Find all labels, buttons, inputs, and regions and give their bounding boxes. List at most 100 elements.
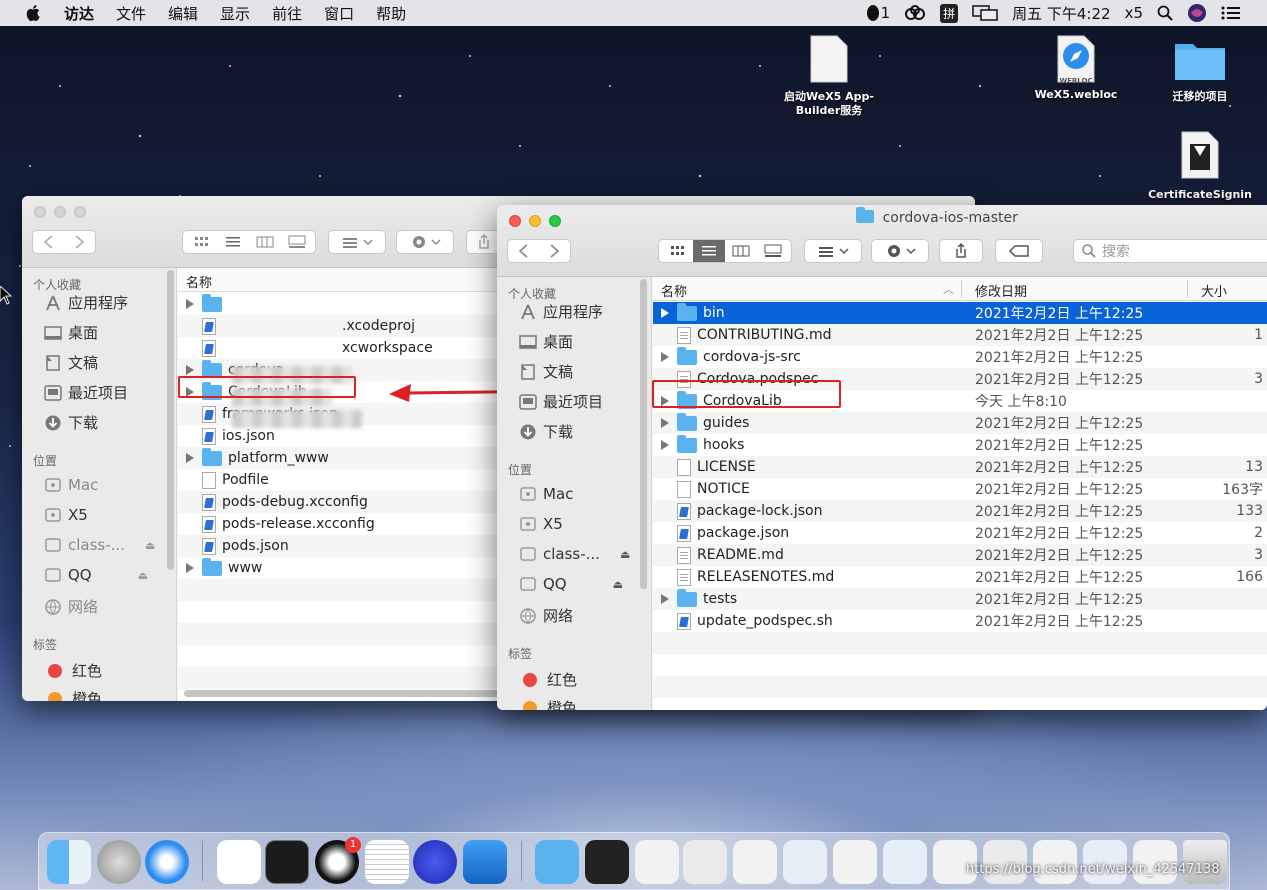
dock-launchpad-icon[interactable] [97, 840, 141, 884]
sort-ascending-icon[interactable]: ︿ [943, 281, 954, 297]
column-view-icon[interactable] [249, 232, 281, 252]
disclosure-triangle-icon[interactable] [661, 308, 669, 318]
back-forward-buttons[interactable] [507, 239, 571, 263]
app-menu-x5[interactable]: x5 [1125, 4, 1143, 22]
minimize-button[interactable] [54, 206, 66, 218]
sidebar-item-documents[interactable]: 文稿 [44, 352, 98, 373]
file-row[interactable]: hooks 2021年2月2日 上午12:25 [653, 434, 1267, 456]
siri-icon[interactable] [1187, 3, 1207, 23]
dock-window-thumbnail[interactable] [635, 840, 679, 884]
sidebar-item-x5[interactable]: X5 [519, 515, 563, 533]
notification-center-icon[interactable] [1221, 5, 1241, 21]
file-row[interactable]: update_podspec.sh 2021年2月2日 上午12:25 [653, 610, 1267, 632]
sidebar-item-qq[interactable]: QQ ⏏ [519, 575, 623, 593]
sidebar-item-applications[interactable]: 应用程序 [519, 301, 603, 322]
dock-window-thumbnail[interactable] [733, 840, 777, 884]
edit-tags-button[interactable] [995, 239, 1043, 263]
column-divider[interactable] [1187, 280, 1188, 298]
clock[interactable]: 周五 下午4:22 [1012, 3, 1110, 24]
desktop-icon-certificate[interactable]: CertificateSignin [1142, 130, 1258, 202]
action-button[interactable] [871, 239, 929, 263]
menu-edit[interactable]: 编辑 [168, 3, 198, 24]
eject-icon[interactable]: ⏏ [138, 569, 148, 582]
dock-baidu-netdisk-icon[interactable] [217, 840, 261, 884]
list-view-icon[interactable] [217, 232, 249, 252]
menu-help[interactable]: 帮助 [376, 3, 406, 24]
eject-icon[interactable]: ⏏ [145, 539, 155, 552]
file-row[interactable]: RELEASENOTES.md 2021年2月2日 上午12:25 166 [653, 566, 1267, 588]
view-mode-segment[interactable] [182, 230, 316, 254]
menu-view[interactable]: 显示 [220, 3, 250, 24]
sidebar-item-network[interactable]: 网络 [519, 605, 573, 626]
menu-finder[interactable]: 访达 [64, 3, 94, 24]
sidebar-item-documents[interactable]: 文稿 [519, 361, 573, 382]
gallery-view-icon[interactable] [757, 240, 789, 262]
disclosure-triangle-icon[interactable] [661, 352, 669, 362]
dock-finder-icon[interactable] [47, 840, 91, 884]
menu-go[interactable]: 前往 [272, 3, 302, 24]
sidebar-scrollbar[interactable] [640, 279, 647, 589]
dock-xcode-icon[interactable] [463, 840, 507, 884]
chevron-left-icon[interactable] [34, 232, 64, 252]
sidebar-item-downloads[interactable]: 下载 [519, 421, 573, 442]
zoom-button[interactable] [74, 206, 86, 218]
sidebar-item-recents[interactable]: 最近项目 [44, 382, 128, 403]
disclosure-triangle-icon[interactable] [186, 365, 194, 375]
file-row[interactable]: bin 2021年2月2日 上午12:25 [653, 302, 1267, 324]
sidebar-item-applications[interactable]: 应用程序 [44, 292, 128, 313]
dock-console-icon[interactable] [585, 840, 629, 884]
dock-textedit-icon[interactable] [365, 840, 409, 884]
group-by-button[interactable] [328, 230, 386, 254]
sidebar-item-downloads[interactable]: 下载 [44, 412, 98, 433]
sidebar-item-qq[interactable]: QQ ⏏ [44, 566, 148, 584]
sidebar-tag-orange[interactable]: 橙色 [523, 697, 577, 710]
group-by-button[interactable] [804, 239, 862, 263]
column-header-name[interactable]: 名称 [661, 281, 687, 300]
list-view-icon[interactable] [693, 240, 725, 262]
sidebar-item-desktop[interactable]: 桌面 [44, 322, 98, 343]
eject-icon[interactable]: ⏏ [613, 578, 623, 591]
back-forward-buttons[interactable] [32, 230, 96, 254]
qq-status-item[interactable]: 1 [865, 4, 890, 22]
column-view-icon[interactable] [725, 240, 757, 262]
sidebar-tag-red[interactable]: 红色 [523, 669, 577, 690]
share-button[interactable] [939, 239, 983, 263]
desktop-icon-migrated-projects[interactable]: 迁移的项目 [1150, 38, 1250, 104]
input-method-icon[interactable]: 拼 [940, 3, 959, 23]
sidebar-item-recents[interactable]: 最近项目 [519, 391, 603, 412]
menu-file[interactable]: 文件 [116, 3, 146, 24]
action-button[interactable] [396, 230, 454, 254]
file-row[interactable]: guides 2021年2月2日 上午12:25 [653, 412, 1267, 434]
dock-terminal-icon[interactable] [265, 840, 309, 884]
icon-view-icon[interactable] [185, 232, 217, 252]
desktop-icon-wex5-builder[interactable]: 启动WeX5 App-Builder服务 [772, 34, 886, 118]
sidebar-item-network[interactable]: 网络 [44, 596, 98, 617]
column-header-modified[interactable]: 修改日期 [975, 281, 1027, 300]
sidebar-item-desktop[interactable]: 桌面 [519, 331, 573, 352]
column-divider[interactable] [961, 280, 962, 298]
file-row[interactable]: README.md 2021年2月2日 上午12:25 3 [653, 544, 1267, 566]
dock-safari-icon[interactable] [145, 840, 189, 884]
menu-window[interactable]: 窗口 [324, 3, 354, 24]
chevron-right-icon[interactable] [64, 232, 94, 252]
file-row[interactable]: LICENSE 2021年2月2日 上午12:25 13 [653, 456, 1267, 478]
file-row[interactable]: tests 2021年2月2日 上午12:25 [653, 588, 1267, 610]
sidebar-tag-orange[interactable]: 橙色 [48, 688, 102, 701]
file-row[interactable]: cordova-js-src 2021年2月2日 上午12:25 [653, 346, 1267, 368]
chevron-left-icon[interactable] [509, 241, 539, 261]
dock-window-thumbnail[interactable] [783, 840, 827, 884]
chevron-right-icon[interactable] [539, 241, 569, 261]
desktop-icon-wex5-webloc[interactable]: WEBLOC WeX5.webloc [1028, 34, 1124, 102]
sidebar-item-mac[interactable]: Mac [519, 485, 573, 503]
disclosure-triangle-icon[interactable] [661, 418, 669, 428]
dock-window-thumbnail[interactable] [883, 840, 927, 884]
spotlight-search-icon[interactable] [1157, 5, 1173, 21]
column-header-size[interactable]: 大小 [1201, 281, 1227, 300]
disclosure-triangle-icon[interactable] [661, 440, 669, 450]
file-row[interactable]: package-lock.json 2021年2月2日 上午12:25 133 [653, 500, 1267, 522]
dock-folder-icon[interactable] [535, 840, 579, 884]
sidebar-scrollbar[interactable] [167, 270, 174, 570]
close-button[interactable] [34, 206, 46, 218]
gallery-view-icon[interactable] [281, 232, 313, 252]
disclosure-triangle-icon[interactable] [186, 563, 194, 573]
